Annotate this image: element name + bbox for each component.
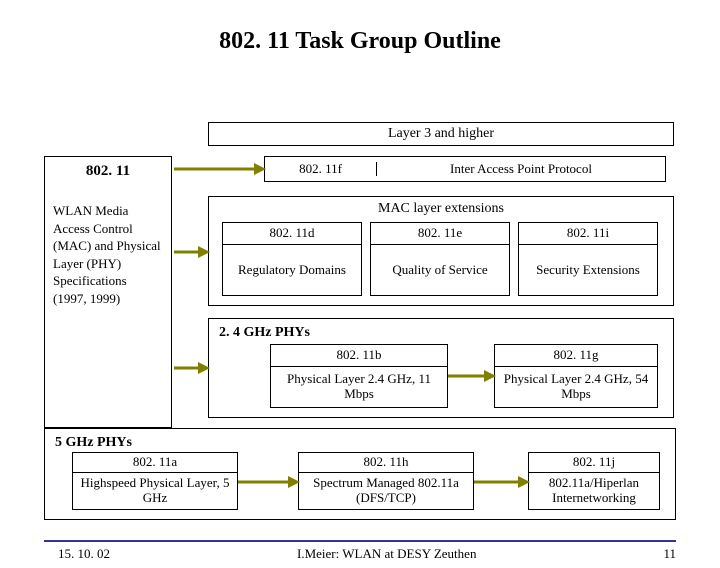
footer: 15. 10. 02 I.Meier: WLAN at DESY Zeuthen…	[0, 546, 720, 562]
phy24-b-box: 802. 11b Physical Layer 2.4 GHz, 11 Mbps	[270, 344, 448, 408]
iapp-std: 802. 11f	[265, 162, 377, 177]
sidebar-desc: WLAN Media Access Control (MAC) and Phys…	[53, 202, 163, 307]
mac-d-desc: Regulatory Domains	[223, 245, 361, 295]
phy5-a-box: 802. 11a Highspeed Physical Layer, 5 GHz	[72, 452, 238, 510]
mac-e-desc: Quality of Service	[371, 245, 509, 295]
phy5-title: 5 GHz PHYs	[55, 435, 132, 451]
phy5-j-std: 802. 11j	[529, 453, 659, 473]
mac-i-box: 802. 11i Security Extensions	[518, 222, 658, 296]
mac-title: MAC layer extensions	[213, 201, 669, 217]
diagram-canvas: 802. 11 WLAN Media Access Control (MAC) …	[0, 28, 720, 568]
phy24-g-box: 802. 11g Physical Layer 2.4 GHz, 54 Mbps	[494, 344, 658, 408]
mac-d-std: 802. 11d	[223, 223, 361, 245]
iapp-desc: Inter Access Point Protocol	[377, 162, 665, 177]
phy5-j-desc: 802.11a/Hiperlan Internetworking	[529, 473, 659, 509]
phy24-g-std: 802. 11g	[495, 345, 657, 367]
phy5-h-std: 802. 11h	[299, 453, 473, 473]
footer-date: 15. 10. 02	[58, 546, 110, 562]
layer3-box: Layer 3 and higher	[208, 122, 674, 146]
iapp-box: 802. 11f Inter Access Point Protocol	[264, 156, 666, 182]
phy5-h-box: 802. 11h Spectrum Managed 802.11a (DFS/T…	[298, 452, 474, 510]
sidebar-80211: 802. 11 WLAN Media Access Control (MAC) …	[44, 156, 172, 428]
phy5-j-box: 802. 11j 802.11a/Hiperlan Internetworkin…	[528, 452, 660, 510]
phy5-a-desc: Highspeed Physical Layer, 5 GHz	[73, 473, 237, 509]
phy24-b-desc: Physical Layer 2.4 GHz, 11 Mbps	[271, 367, 447, 407]
footer-page: 11	[663, 546, 676, 562]
mac-d-box: 802. 11d Regulatory Domains	[222, 222, 362, 296]
mac-e-std: 802. 11e	[371, 223, 509, 245]
phy24-g-desc: Physical Layer 2.4 GHz, 54 Mbps	[495, 367, 657, 407]
phy5-h-desc: Spectrum Managed 802.11a (DFS/TCP)	[299, 473, 473, 509]
phy24-b-std: 802. 11b	[271, 345, 447, 367]
phy5-a-std: 802. 11a	[73, 453, 237, 473]
mac-e-box: 802. 11e Quality of Service	[370, 222, 510, 296]
sidebar-standard: 802. 11	[86, 163, 130, 180]
mac-i-std: 802. 11i	[519, 223, 657, 245]
footer-center: I.Meier: WLAN at DESY Zeuthen	[297, 546, 476, 562]
phy24-title: 2. 4 GHz PHYs	[219, 325, 310, 341]
mac-i-desc: Security Extensions	[519, 245, 657, 295]
